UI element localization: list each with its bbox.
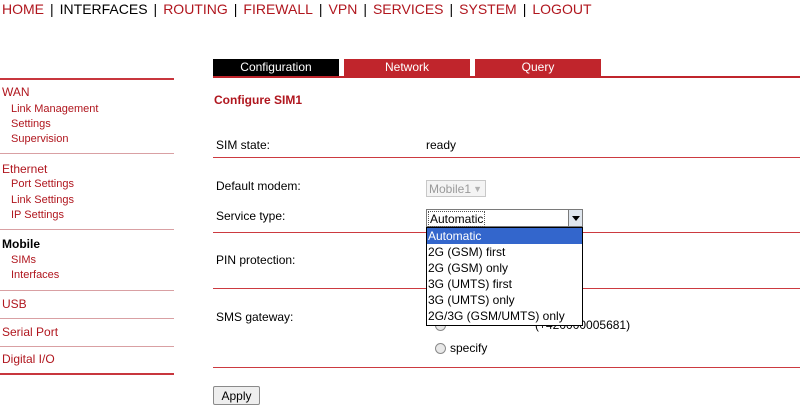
nav-services[interactable]: SERVICES — [373, 1, 444, 17]
nav-separator: | — [522, 1, 527, 17]
sidebar-divider — [0, 373, 174, 375]
sidebar-item-port-settings[interactable]: Port Settings — [11, 178, 74, 190]
option-2g-3g-gsm-umts-only[interactable]: 2G/3G (GSM/UMTS) only — [427, 308, 582, 324]
sidebar-group-usb[interactable]: USB — [2, 297, 27, 311]
sidebar-divider — [0, 318, 174, 319]
option-3g-umts-only[interactable]: 3G (UMTS) only — [427, 292, 582, 308]
nav-routing[interactable]: ROUTING — [163, 1, 228, 17]
apply-button[interactable]: Apply — [213, 386, 260, 405]
sidebar-group-digital-io[interactable]: Digital I/O — [2, 352, 55, 366]
nav-system[interactable]: SYSTEM — [459, 1, 517, 17]
sms-gateway-specify-label: specify — [450, 341, 488, 355]
nav-separator: | — [50, 1, 54, 17]
sidebar-divider — [0, 229, 174, 230]
top-navigation: HOME | INTERFACES | ROUTING | FIREWALL | VPN | SER… — [2, 1, 592, 19]
nav-home[interactable]: HOME — [2, 1, 44, 17]
pin-protection-label: PIN protection: — [216, 253, 296, 267]
sms-gateway-label: SMS gateway: — [216, 310, 294, 324]
dropdown-arrow-icon[interactable] — [568, 210, 582, 226]
sidebar-item-ip-settings[interactable]: IP Settings — [11, 209, 64, 221]
nav-vpn[interactable]: VPN — [329, 1, 358, 17]
sidebar-group-mobile[interactable]: Mobile — [2, 237, 40, 251]
nav-separator: | — [153, 1, 158, 17]
row-divider — [213, 157, 800, 158]
sidebar-item-link-settings[interactable]: Link Settings — [11, 194, 74, 206]
sim-state-value: ready — [426, 138, 457, 152]
sidebar-group-wan[interactable]: WAN — [2, 85, 30, 99]
sidebar-group-serial-port[interactable]: Serial Port — [2, 325, 58, 339]
chevron-down-icon: ▼ — [473, 184, 482, 194]
service-type-value: Automatic — [428, 211, 486, 227]
nav-logout[interactable]: LOGOUT — [532, 1, 591, 17]
nav-separator: | — [233, 1, 238, 17]
nav-separator: | — [449, 1, 454, 17]
sim-state-label: SIM state: — [216, 138, 271, 152]
default-modem-value: Mobile1 — [429, 182, 472, 196]
default-modem-select: Mobile1 ▼ — [426, 180, 486, 197]
page-title: Configure SIM1 — [214, 93, 303, 107]
row-divider — [213, 367, 800, 368]
service-type-label: Service type: — [216, 209, 286, 223]
sidebar-item-link-management[interactable]: Link Management — [11, 103, 98, 115]
sidebar-item-supervision[interactable]: Supervision — [11, 133, 68, 145]
option-2g-gsm-first[interactable]: 2G (GSM) first — [427, 244, 582, 260]
service-type-dropdown-list: Automatic 2G (GSM) first 2G (GSM) only 3… — [426, 227, 583, 326]
default-modem-label: Default modem: — [216, 179, 301, 193]
sidebar-item-sims[interactable]: SIMs — [11, 254, 36, 266]
tab-underline — [213, 76, 800, 78]
option-3g-umts-first[interactable]: 3G (UMTS) first — [427, 276, 582, 292]
sidebar-item-interfaces[interactable]: Interfaces — [11, 269, 59, 281]
nav-firewall[interactable]: FIREWALL — [243, 1, 313, 17]
option-2g-gsm-only[interactable]: 2G (GSM) only — [427, 260, 582, 276]
service-type-select[interactable]: Automatic — [426, 209, 583, 227]
sidebar-divider — [0, 78, 174, 80]
sidebar-item-settings[interactable]: Settings — [11, 118, 51, 130]
sms-gateway-specify-radio[interactable] — [435, 343, 446, 354]
option-automatic[interactable]: Automatic — [427, 228, 582, 244]
nav-interfaces[interactable]: INTERFACES — [60, 1, 148, 17]
sidebar-divider — [0, 290, 174, 291]
nav-separator: | — [363, 1, 367, 17]
sidebar-group-ethernet[interactable]: Ethernet — [2, 162, 47, 176]
nav-separator: | — [318, 1, 323, 17]
sidebar-divider — [0, 153, 174, 154]
sidebar-divider — [0, 346, 174, 347]
